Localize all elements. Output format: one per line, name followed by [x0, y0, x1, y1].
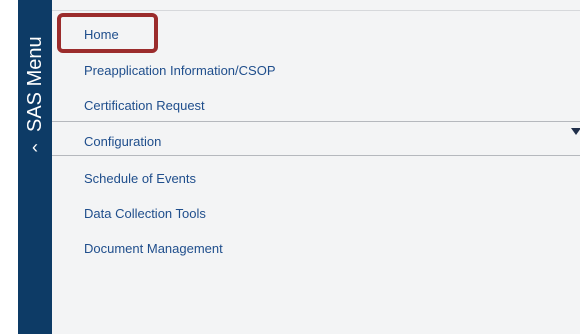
- sas-menu-sidebar[interactable]: ‹ SAS Menu: [18, 0, 52, 334]
- menu-item-home[interactable]: Home: [84, 27, 119, 43]
- divider: [52, 121, 580, 122]
- divider: [52, 155, 580, 156]
- menu-item-certification-request[interactable]: Certification Request: [84, 98, 205, 114]
- sas-menu-toggle[interactable]: ‹ SAS Menu: [18, 0, 52, 157]
- menu-item-data-collection-tools[interactable]: Data Collection Tools: [84, 206, 206, 222]
- top-divider: [52, 10, 580, 11]
- menu-item-preapplication[interactable]: Preapplication Information/CSOP: [84, 63, 275, 79]
- menu-item-configuration[interactable]: Configuration: [84, 134, 161, 150]
- caret-down-icon[interactable]: [571, 128, 580, 135]
- sas-menu-title: SAS Menu: [24, 36, 46, 132]
- menu-item-schedule-of-events[interactable]: Schedule of Events: [84, 171, 196, 187]
- chevron-left-icon: ‹: [32, 137, 38, 157]
- menu-panel: [52, 0, 580, 334]
- menu-item-document-management[interactable]: Document Management: [84, 241, 223, 257]
